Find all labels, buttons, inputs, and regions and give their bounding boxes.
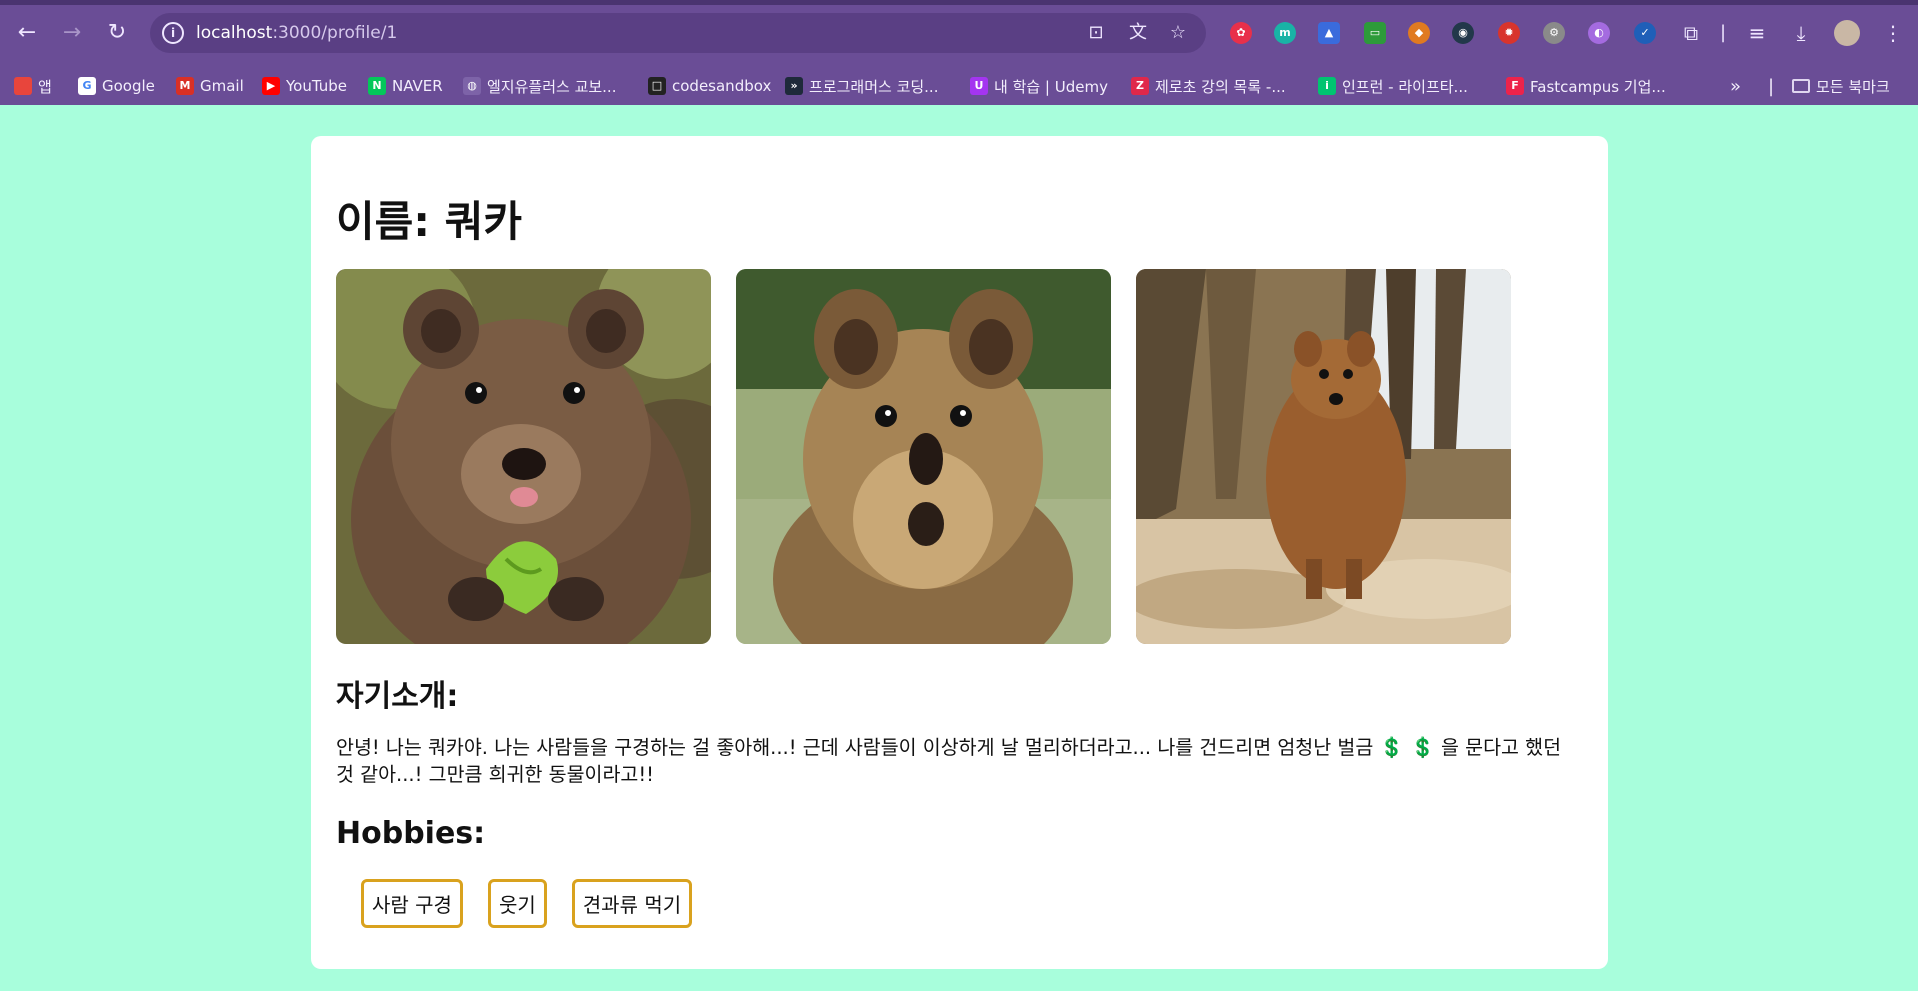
bookmark-label: Fastcampus 기업... [1530, 77, 1666, 96]
google-icon: G [78, 77, 96, 95]
extension-icon-9[interactable]: ◐ [1588, 22, 1610, 44]
extension-icon-4[interactable]: ▭ [1364, 22, 1386, 44]
bookmark-item[interactable]: □ codesandbox [648, 75, 771, 97]
bookmark-label: Google [102, 77, 155, 95]
bookmark-label: 인프런 - 라이프타... [1342, 77, 1468, 96]
reload-icon[interactable]: ↻ [102, 18, 132, 48]
bookmark-label: 앱 [38, 77, 52, 96]
hobby-chip: 사람 구경 [361, 879, 463, 928]
bookmark-item[interactable]: » 프로그래머스 코딩... [785, 75, 938, 97]
bookmark-label: codesandbox [672, 77, 772, 95]
bookmark-label: 프로그래머스 코딩... [809, 77, 939, 96]
inflearn-icon: i [1318, 77, 1336, 95]
bookmarks-bar: 앱 G Google M Gmail ▶ YouTube N NAVER ◍ 엘지유플러스 교보..… [0, 66, 1918, 105]
udemy-icon: U [970, 77, 988, 95]
intro-heading: 자기소개: [336, 679, 459, 714]
bookmark-label: 내 학습 | Udemy [994, 77, 1108, 96]
bookmark-item[interactable]: 앱 [14, 75, 52, 97]
tab-strip-edge [0, 0, 1918, 5]
url-host: localhost [196, 23, 273, 43]
bookmark-label: 엘지유플러스 교보... [487, 77, 617, 96]
youtube-icon: ▶ [262, 77, 280, 95]
metamask-icon[interactable]: ◆ [1408, 22, 1430, 44]
extensions-puzzle-icon[interactable]: ⧉ [1678, 20, 1704, 46]
hobby-chip: 견과류 먹기 [571, 879, 693, 928]
bookmark-item[interactable]: Z 제로초 강의 목록 -... [1131, 75, 1286, 97]
quokka-illustration-2 [736, 269, 1111, 644]
extension-icon-10[interactable]: ✓ [1634, 22, 1656, 44]
bookmark-item[interactable]: U 내 학습 | Udemy [970, 75, 1108, 97]
programmers-icon: » [785, 77, 803, 95]
back-arrow-icon[interactable]: ← [12, 18, 42, 48]
quokka-illustration-3 [1136, 269, 1511, 644]
bookmark-item[interactable]: ▶ YouTube [262, 75, 347, 97]
quokka-photo-holding-leaf [336, 269, 711, 644]
quokka-illustration-1 [336, 269, 711, 644]
apps-grid-icon [14, 77, 32, 95]
bookmark-item[interactable]: i 인프런 - 라이프타... [1318, 75, 1468, 97]
address-bar[interactable]: i localhost:3000/profile/1 ⊡ 文 ☆ [150, 13, 1206, 53]
download-icon[interactable]: ⤓ [1788, 20, 1814, 46]
bookmark-item[interactable]: N NAVER [368, 75, 443, 97]
globe-icon: ◍ [463, 77, 481, 95]
bookmark-label: 제로초 강의 목록 -... [1155, 77, 1286, 96]
site-info-icon[interactable]: i [162, 22, 184, 44]
money-emoji: 💲 💲 [1379, 736, 1435, 759]
bookmarks-overflow-icon[interactable]: » [1730, 75, 1741, 97]
extension-icon-1[interactable]: ✿ [1230, 22, 1252, 44]
zerocho-icon: Z [1131, 77, 1149, 95]
install-app-icon[interactable]: ⊡ [1084, 22, 1108, 44]
url-path: :3000/profile/1 [272, 23, 398, 43]
hobbies-heading: Hobbies: [336, 816, 486, 851]
bookmarks-divider: | [1768, 75, 1775, 97]
extension-icon-6[interactable]: ◉ [1452, 22, 1474, 44]
reading-list-icon[interactable]: ≡ [1744, 20, 1770, 46]
intro-text-part-1: 안녕! 나는 쿼카야. 나는 사람들을 구경하는 걸 좋아해...! 근데 사람… [336, 736, 1380, 759]
profile-card: 이름: 쿼카 자기소개: 안녕! 나는 쿼카야. 나는 사람들을 구경하는 걸 … [311, 136, 1608, 969]
gmail-icon: M [176, 77, 194, 95]
bookmark-item[interactable]: G Google [78, 75, 155, 97]
bookmark-item[interactable]: ◍ 엘지유플러스 교보... [463, 75, 616, 97]
bookmark-item[interactable]: M Gmail [176, 75, 244, 97]
bookmark-item[interactable]: F Fastcampus 기업... [1506, 75, 1666, 97]
forward-arrow-icon[interactable]: → [57, 18, 87, 48]
browser-toolbar: ← → ↻ i localhost:3000/profile/1 ⊡ 文 ☆ ✿… [0, 0, 1918, 66]
url-text[interactable]: localhost:3000/profile/1 [196, 23, 397, 43]
page-title: 이름: 쿼카 [336, 197, 522, 246]
menu-kebab-icon[interactable]: ⋮ [1880, 20, 1906, 46]
hobby-chip: 웃기 [487, 879, 547, 928]
fastcampus-icon: F [1506, 77, 1524, 95]
extension-icon-3[interactable]: ▲ [1318, 22, 1340, 44]
translate-icon[interactable]: 文 [1126, 22, 1150, 44]
folder-icon [1792, 79, 1810, 93]
naver-icon: N [368, 77, 386, 95]
bookmark-label: Gmail [200, 77, 244, 95]
extension-icon-7[interactable]: ✹ [1498, 22, 1520, 44]
extension-icon-2[interactable]: m [1274, 22, 1296, 44]
profile-avatar[interactable] [1834, 20, 1860, 46]
quokka-photo-closeup [736, 269, 1111, 644]
all-bookmarks-button[interactable]: 모든 북마크 [1792, 75, 1890, 97]
bookmark-star-icon[interactable]: ☆ [1166, 22, 1190, 44]
toolbar-divider: | [1719, 22, 1727, 43]
hobbies-list: 사람 구경 웃기 견과류 먹기 [361, 879, 693, 928]
codesandbox-icon: □ [648, 77, 666, 95]
all-bookmarks-label: 모든 북마크 [1816, 77, 1890, 96]
bookmark-label: YouTube [286, 77, 347, 95]
quokka-photo-standing [1136, 269, 1511, 644]
settings-extension-icon[interactable]: ⚙ [1543, 22, 1565, 44]
bookmark-label: NAVER [392, 77, 443, 95]
intro-text: 안녕! 나는 쿼카야. 나는 사람들을 구경하는 걸 좋아해...! 근데 사람… [336, 734, 1581, 788]
